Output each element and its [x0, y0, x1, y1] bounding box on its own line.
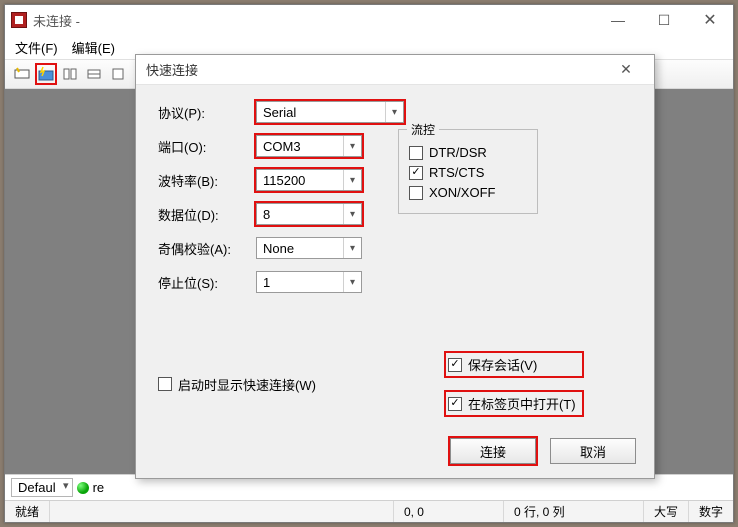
stopbits-value: 1	[263, 275, 270, 290]
label-port: 端口(O):	[158, 137, 256, 156]
toolbar-btn-quickconnect[interactable]	[35, 63, 57, 85]
titlebar[interactable]: 未连接 - — ☐ ✕	[5, 5, 733, 35]
baud-combo[interactable]: 115200 ▾	[256, 169, 362, 191]
rts-label: RTS/CTS	[429, 165, 484, 180]
status-rowcol: 0 行, 0 列	[504, 501, 644, 522]
dialog-close-button[interactable]: ✕	[606, 61, 646, 78]
label-protocol: 协议(P):	[158, 103, 256, 122]
port-combo[interactable]: COM3 ▾	[256, 135, 362, 157]
parity-combo[interactable]: None ▾	[256, 237, 362, 259]
window-title: 未连接 -	[33, 11, 80, 30]
statusbar: 就绪 0, 0 0 行, 0 列 大写 数字	[5, 500, 733, 522]
menu-file[interactable]: 文件(F)	[15, 38, 58, 57]
status-ready: 就绪	[5, 501, 50, 522]
label-databits: 数据位(D):	[158, 205, 256, 224]
dtr-checkbox[interactable]	[409, 146, 423, 160]
parity-value: None	[263, 241, 294, 256]
dialog-options: 启动时显示快速连接(W) 保存会话(V) 在标签页中打开(T)	[158, 348, 636, 420]
label-baud: 波特率(B):	[158, 171, 256, 190]
xon-checkbox[interactable]	[409, 186, 423, 200]
cancel-button[interactable]: 取消	[550, 438, 636, 464]
show-on-start-checkbox[interactable]	[158, 377, 172, 391]
dialog-body: 协议(P): Serial ▾ 端口(O): COM3 ▾ 波特率(B): 11…	[136, 85, 654, 478]
dialog-buttons: 连接 取消	[450, 438, 636, 464]
rts-checkbox[interactable]	[409, 166, 423, 180]
xon-label: XON/XOFF	[429, 185, 495, 200]
close-button[interactable]: ✕	[687, 5, 733, 35]
toolbar-btn-3[interactable]	[59, 63, 81, 85]
minimize-button[interactable]: —	[595, 5, 641, 35]
connection-status-icon	[77, 482, 89, 494]
chevron-down-icon: ▾	[343, 238, 361, 258]
chevron-down-icon: ▾	[343, 136, 361, 156]
open-in-tab-checkbox[interactable]	[448, 397, 462, 411]
open-in-tab-label: 在标签页中打开(T)	[468, 394, 576, 413]
port-value: COM3	[263, 139, 301, 154]
connect-button[interactable]: 连接	[450, 438, 536, 464]
status-pos: 0, 0	[394, 501, 504, 522]
menu-edit[interactable]: 编辑(E)	[72, 38, 115, 57]
status-num: 数字	[689, 501, 733, 522]
dialog-titlebar[interactable]: 快速连接 ✕	[136, 55, 654, 85]
status-caps: 大写	[644, 501, 689, 522]
toolbar-btn-4[interactable]	[83, 63, 105, 85]
show-on-start-label: 启动时显示快速连接(W)	[178, 375, 316, 394]
label-parity: 奇偶校验(A):	[158, 239, 256, 258]
flow-legend: 流控	[407, 121, 439, 138]
baud-value: 115200	[263, 173, 305, 188]
stopbits-combo[interactable]: 1 ▾	[256, 271, 362, 293]
protocol-combo[interactable]: Serial ▾	[256, 101, 404, 123]
maximize-button[interactable]: ☐	[641, 5, 687, 35]
save-session-label: 保存会话(V)	[468, 355, 537, 374]
databits-value: 8	[263, 207, 270, 222]
connection-label: re	[93, 480, 105, 495]
dtr-label: DTR/DSR	[429, 145, 487, 160]
chevron-down-icon: ▾	[385, 102, 403, 122]
dialog-title: 快速连接	[146, 60, 198, 79]
window-controls: — ☐ ✕	[595, 5, 733, 35]
session-selector[interactable]: Defaul	[11, 478, 73, 497]
toolbar-btn-1[interactable]	[11, 63, 33, 85]
chevron-down-icon: ▾	[343, 204, 361, 224]
databits-combo[interactable]: 8 ▾	[256, 203, 362, 225]
save-session-checkbox[interactable]	[448, 358, 462, 372]
toolbar-btn-5[interactable]	[107, 63, 129, 85]
chevron-down-icon: ▾	[343, 272, 361, 292]
protocol-value: Serial	[263, 105, 296, 120]
label-stopbits: 停止位(S):	[158, 273, 256, 292]
chevron-down-icon: ▾	[343, 170, 361, 190]
quick-connect-dialog: 快速连接 ✕ 协议(P): Serial ▾ 端口(O): COM3 ▾ 波特率…	[135, 54, 655, 479]
app-icon	[11, 12, 27, 28]
flow-control-group: 流控 DTR/DSR RTS/CTS XON/XOFF	[398, 129, 538, 214]
